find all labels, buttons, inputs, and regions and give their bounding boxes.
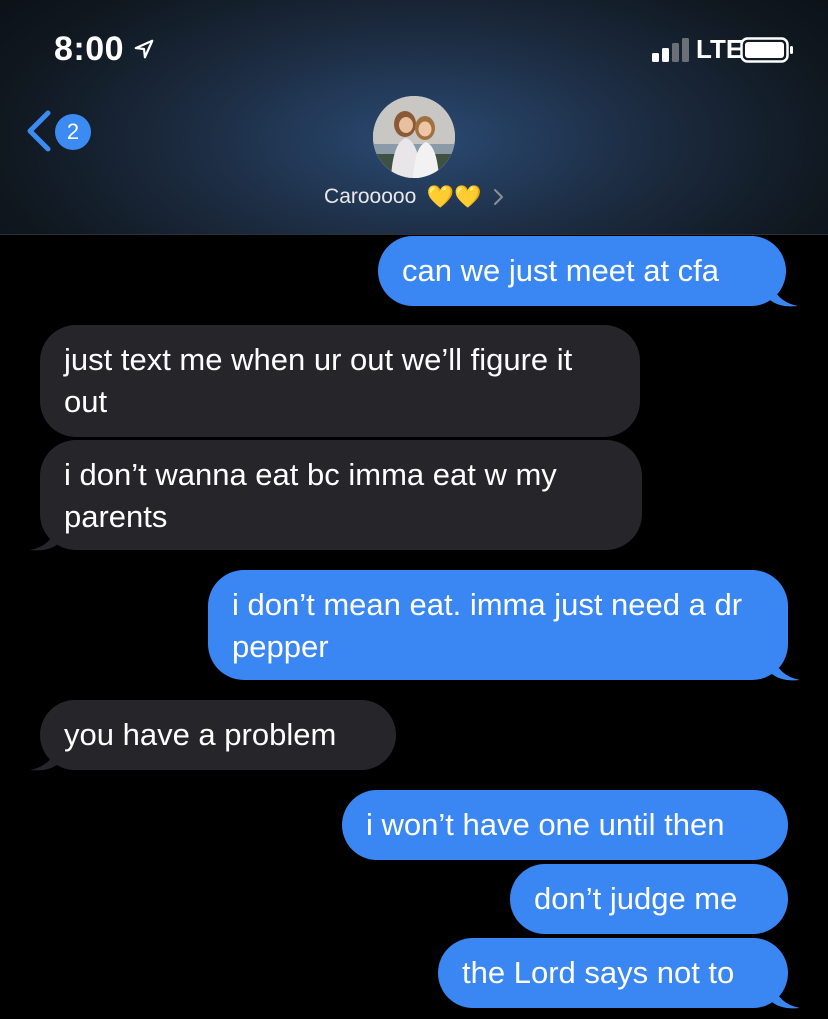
message-text: i don’t mean eat. imma just need a dr pe… <box>232 587 743 664</box>
message-received[interactable]: i don’t wanna eat bc imma eat w my paren… <box>40 440 642 550</box>
signal-bars-icon <box>652 38 689 62</box>
message-sent[interactable]: don’t judge me <box>510 864 788 934</box>
message-sent[interactable]: i won’t have one until then <box>342 790 788 860</box>
conversation-header: 8:00 LTE 2 Carooooo 💛💛 <box>0 0 828 235</box>
message-text: you have a problem <box>64 717 337 752</box>
chevron-right-icon <box>493 189 503 205</box>
contact-emoji: 💛💛 <box>426 184 482 209</box>
message-text: i don’t wanna eat bc imma eat w my paren… <box>64 457 557 534</box>
message-received[interactable]: just text me when ur out we’ll figure it… <box>40 325 640 437</box>
location-arrow-icon <box>134 39 154 59</box>
unread-badge: 2 <box>55 114 91 150</box>
message-text: i won’t have one until then <box>366 807 725 842</box>
message-text: can we just meet at cfa <box>402 253 720 288</box>
bubble-tail <box>772 982 800 1009</box>
avatar-photo <box>373 96 455 178</box>
chevron-left-icon <box>27 110 51 152</box>
message-text: the Lord says not to <box>462 955 735 990</box>
status-time: 8:00 <box>54 30 125 68</box>
battery-icon <box>740 37 793 63</box>
contact-name-button[interactable]: Carooooo 💛💛 <box>0 184 828 218</box>
bubble-tail <box>772 654 800 681</box>
back-button[interactable]: 2 <box>22 106 102 156</box>
message-text: just text me when ur out we’ll figure it… <box>64 342 573 419</box>
message-received[interactable]: you have a problem <box>40 700 396 770</box>
message-sent[interactable]: can we just meet at cfa <box>378 236 786 306</box>
contact-avatar[interactable] <box>373 96 455 178</box>
message-sent[interactable]: i don’t mean eat. imma just need a dr pe… <box>208 570 788 680</box>
message-text: don’t judge me <box>534 881 738 916</box>
message-sent[interactable]: the Lord says not to <box>438 938 788 1008</box>
contact-name: Carooooo <box>324 185 417 208</box>
bubble-tail <box>770 280 798 307</box>
bubble-tail <box>30 744 58 771</box>
bubble-tail <box>30 524 58 551</box>
network-type: LTE <box>696 34 744 64</box>
